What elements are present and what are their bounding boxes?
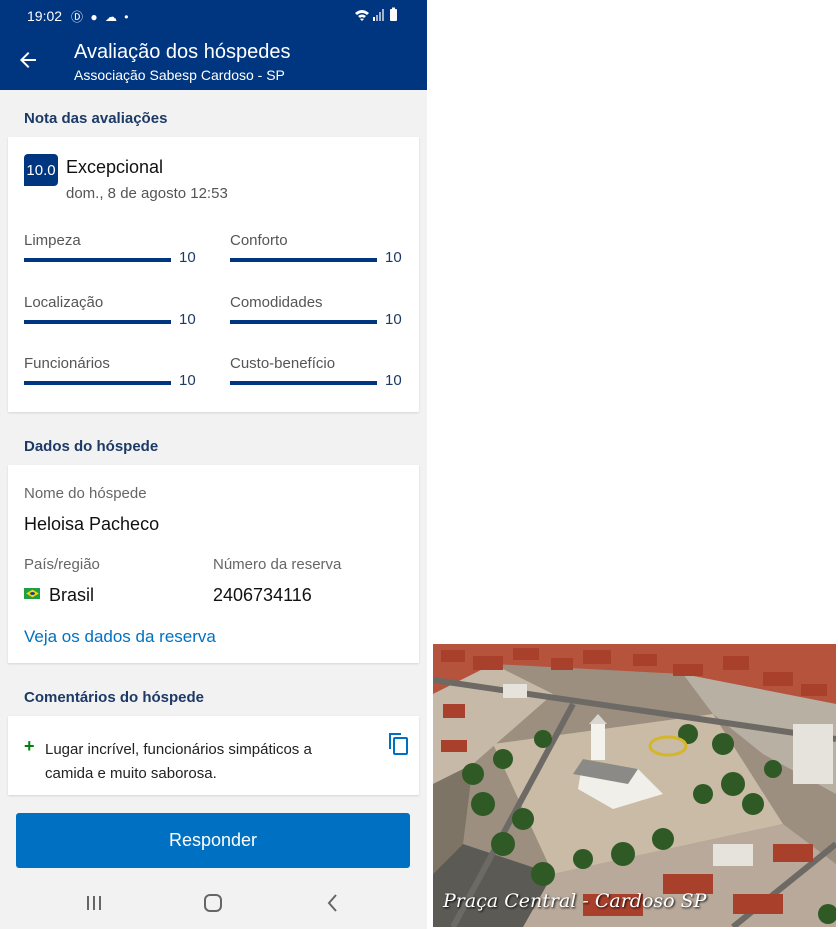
system-nav-bar	[0, 876, 427, 929]
metric-bar-fill	[24, 258, 171, 262]
metric-bar	[24, 320, 171, 324]
aerial-town-photo: Praça Central - Cardoso SP	[433, 644, 836, 927]
copy-icon	[389, 733, 408, 755]
ratings-card: 10.0 Excepcional dom., 8 de agosto 12:53…	[8, 137, 419, 412]
metric-bar	[24, 381, 171, 385]
reservation-label: Número da reserva	[213, 556, 342, 573]
status-time: 19:02	[27, 8, 63, 24]
notification-icons: Ⓓ ● ☁ •	[71, 8, 131, 25]
recent-apps-button[interactable]	[82, 892, 106, 914]
facebook-icon: ●	[90, 10, 100, 24]
home-button[interactable]	[201, 892, 225, 914]
chevron-left-icon	[327, 894, 337, 912]
metric-bar-fill	[230, 381, 377, 385]
recent-apps-icon	[87, 896, 101, 910]
review-date: dom., 8 de agosto 12:53	[66, 185, 228, 202]
metric-value: 10	[179, 249, 196, 266]
system-icons	[353, 7, 401, 26]
metric-label: Limpeza	[24, 232, 81, 249]
guest-name: Heloisa Pacheco	[24, 514, 160, 534]
copy-button[interactable]	[385, 730, 411, 756]
ratings-section-title: Nota das avaliações	[24, 110, 168, 127]
metric-value: 10	[179, 311, 196, 328]
metric-label: Conforto	[230, 232, 288, 249]
view-reservation-link[interactable]: Veja os dados da reserva	[24, 627, 216, 647]
page-title: Avaliação dos hóspedes	[74, 41, 291, 63]
page-subtitle: Associação Sabesp Cardoso - SP	[74, 67, 285, 83]
reservation-number: 2406734116	[213, 585, 312, 605]
brazil-flag-icon	[24, 588, 40, 599]
score-badge: 10.0	[24, 154, 58, 186]
back-button[interactable]	[16, 48, 40, 72]
metric-value: 10	[385, 249, 402, 266]
metric-label: Comodidades	[230, 294, 323, 311]
comments-card: + Lugar incrível, funcionários simpático…	[8, 716, 419, 795]
phone-screen: 19:02 Ⓓ ● ☁ • Avaliação dos hóspedes Ass…	[0, 0, 427, 929]
nav-back-button[interactable]	[321, 892, 345, 914]
metric-bar	[230, 381, 377, 385]
metric-label: Funcionários	[24, 355, 110, 372]
photo-caption: Praça Central - Cardoso SP	[443, 890, 707, 912]
metric-value: 10	[385, 372, 402, 389]
metric-label: Localização	[24, 294, 104, 311]
sync-icon: Ⓓ	[71, 10, 86, 24]
app-bar: Avaliação dos hóspedes Associação Sabesp…	[0, 32, 427, 90]
town-square-image	[433, 644, 836, 927]
metric-value: 10	[179, 372, 196, 389]
status-bar: 19:02 Ⓓ ● ☁ •	[0, 0, 427, 32]
guest-section-title: Dados do hóspede	[24, 438, 159, 455]
metric-label: Custo-benefício	[230, 355, 336, 372]
metric-bar-fill	[230, 258, 377, 262]
weather-icon: ☁	[104, 10, 119, 24]
metric-bar-fill	[24, 320, 171, 324]
comments-section-title: Comentários do hóspede	[24, 689, 205, 706]
plus-icon: +	[24, 736, 35, 756]
dot-icon: •	[124, 10, 131, 24]
metric-bar	[230, 258, 377, 262]
guest-card: Nome do hóspede Heloisa Pacheco País/reg…	[8, 465, 419, 663]
metric-bar-fill	[24, 381, 171, 385]
home-icon	[204, 894, 222, 912]
metric-bar-fill	[230, 320, 377, 324]
wifi-signal-battery-icon	[355, 7, 397, 21]
arrow-left-icon	[20, 52, 36, 68]
metric-bar	[230, 320, 377, 324]
metric-value: 10	[385, 311, 402, 328]
guest-country: Brasil	[49, 585, 95, 605]
country-label: País/região	[24, 556, 100, 573]
positive-comment: Lugar incrível, funcionários simpáticos …	[45, 741, 312, 782]
reply-button[interactable]: Responder	[16, 813, 410, 868]
guest-name-label: Nome do hóspede	[24, 485, 147, 502]
metric-bar	[24, 258, 171, 262]
score-label: Excepcional	[66, 157, 164, 177]
